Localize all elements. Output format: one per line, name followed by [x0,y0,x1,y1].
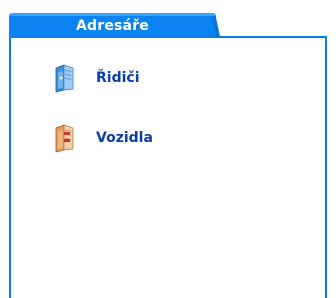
list-item-drivers[interactable]: Řidiči [50,62,140,94]
vehicles-label[interactable]: Vozidla [96,130,153,146]
blue-folder-icon [55,64,74,93]
panel-title: Adresáře [75,18,150,34]
panel-top-border [214,36,327,38]
panel-tab-header: Adresáře [9,13,221,38]
addresses-panel: Adresáře Řidiči Vozidla [0,0,336,298]
orange-folder-icon [55,124,74,153]
list-item-vehicles[interactable]: Vozidla [50,122,153,154]
drivers-label[interactable]: Řidiči [96,70,140,86]
